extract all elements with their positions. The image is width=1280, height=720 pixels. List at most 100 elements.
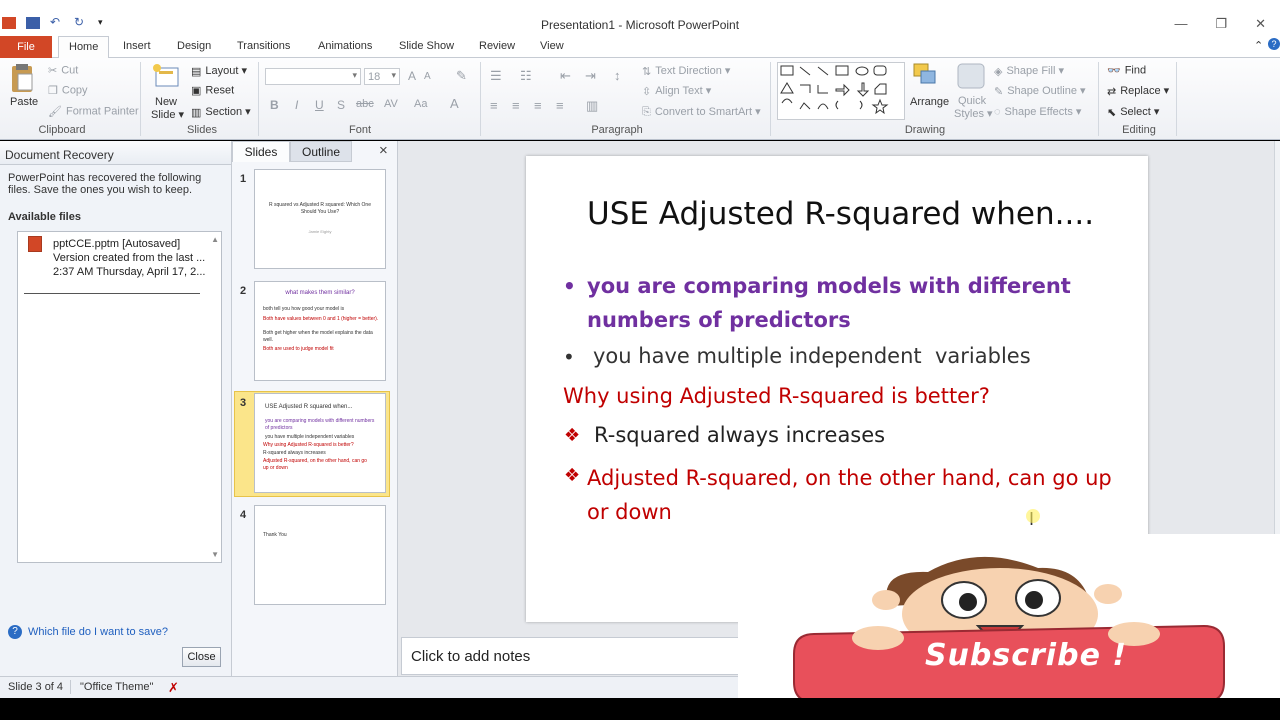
bullets-icon[interactable]: ☰ (490, 68, 502, 84)
font-size-select[interactable]: 18 ▾ (364, 68, 400, 85)
decrease-indent-icon[interactable]: ⇤ (560, 68, 571, 84)
binoculars-icon: 👓 (1107, 65, 1121, 77)
pptx-file-icon (28, 236, 42, 252)
clear-formatting-icon[interactable]: ✎ (456, 68, 467, 84)
tab-transitions[interactable]: Transitions (237, 40, 290, 52)
copy-button[interactable]: ❐ Copy (48, 84, 88, 97)
slide-thumbnail-1[interactable]: R squared vs Adjusted R squared: Which O… (254, 169, 386, 269)
new-slide-icon[interactable] (150, 62, 180, 92)
tab-slide-show[interactable]: Slide Show (399, 40, 454, 52)
slide-number: 1 (240, 173, 247, 185)
tab-outline[interactable]: Outline (290, 141, 352, 162)
layout-button[interactable]: ▤ Layout ▾ (191, 64, 247, 78)
section-button[interactable]: ▥ Section ▾ (191, 105, 251, 119)
underline-icon[interactable]: U (315, 98, 324, 112)
recovered-file-item[interactable]: pptCCE.pptm [Autosaved] Version created … (53, 237, 205, 279)
replace-button[interactable]: ⇄ Replace ▾ (1107, 84, 1169, 98)
format-painter-button[interactable]: 🖌 Format Painter (48, 105, 139, 118)
shape-outline-button[interactable]: ✎ Shape Outline ▾ (994, 84, 1086, 98)
increase-indent-icon[interactable]: ⇥ (585, 68, 596, 84)
slide-title[interactable]: USE Adjusted R-squared when.... (587, 196, 1094, 232)
shape-effects-button[interactable]: ◌ Shape Effects ▾ (994, 105, 1081, 118)
align-text-button[interactable]: ⇳ Align Text ▾ (642, 84, 711, 98)
maximize-icon[interactable]: ❐ (1215, 16, 1227, 32)
find-button[interactable]: 👓 Find (1107, 64, 1146, 77)
minimize-icon[interactable]: — (1174, 16, 1187, 32)
subscribe-button-label[interactable]: Subscribe ! (846, 638, 1206, 673)
arrange-button[interactable]: Arrange (910, 96, 949, 108)
arrange-icon[interactable] (908, 62, 942, 92)
theme-name[interactable]: "Office Theme" (80, 681, 153, 693)
slide-thumbnail-4[interactable]: Thank You (254, 505, 386, 605)
new-slide-button[interactable]: New (155, 96, 177, 108)
text-direction-button[interactable]: ⇅ Text Direction ▾ (642, 64, 730, 78)
thumb-bullet: both tell you how good your model is (263, 306, 345, 312)
window-controls: — ❐ ✕ (1174, 16, 1266, 32)
close-window-icon[interactable]: ✕ (1255, 16, 1266, 32)
tab-insert[interactable]: Insert (123, 40, 151, 52)
recovery-header: Document Recovery (0, 141, 231, 165)
shapes-gallery[interactable] (777, 62, 905, 120)
quick-styles-button-line2[interactable]: Styles ▾ (954, 107, 993, 120)
tab-animations[interactable]: Animations (318, 40, 372, 52)
minimize-ribbon-icon[interactable]: ⌃ (1254, 39, 1263, 52)
tab-file[interactable]: File (0, 36, 52, 58)
new-slide-button-line2[interactable]: Slide ▾ (151, 108, 184, 121)
close-pane-icon[interactable]: × (379, 142, 388, 159)
line-spacing-icon[interactable]: ↕ (614, 68, 621, 83)
quick-styles-button[interactable]: Quick (958, 95, 986, 107)
slide-thumbnail-3[interactable]: USE Adjusted R squared when... you are c… (254, 393, 386, 493)
tab-view[interactable]: View (540, 40, 564, 52)
help-link[interactable]: Which file do I want to save? (28, 626, 168, 638)
available-files-heading: Available files (8, 211, 81, 223)
cut-button[interactable]: ✂ Cut (48, 64, 78, 77)
scroll-up-icon[interactable]: ▲ (211, 235, 219, 244)
grow-font-icon[interactable]: A (408, 69, 416, 83)
char-spacing-icon[interactable]: AV (384, 98, 398, 110)
align-left-icon[interactable]: ≡ (490, 98, 498, 113)
notes-pane[interactable]: Click to add notes (401, 637, 741, 675)
select-button[interactable]: ⬉ Select ▾ (1107, 105, 1159, 119)
paste-button[interactable]: Paste (10, 96, 38, 108)
recovered-files-list[interactable]: pptCCE.pptm [Autosaved] Version created … (17, 231, 222, 563)
slide-number: 2 (240, 285, 247, 297)
change-case-icon[interactable]: Aa (414, 98, 427, 110)
shape-fill-button[interactable]: ◈ Shape Fill ▾ (994, 64, 1064, 78)
shrink-font-icon[interactable]: A (424, 71, 431, 82)
slide-point-1[interactable]: R-squared always increases (594, 423, 1114, 447)
tab-review[interactable]: Review (479, 40, 515, 52)
shadow-icon[interactable]: S (337, 98, 345, 112)
window-title: Presentation1 - Microsoft PowerPoint (540, 18, 740, 32)
scroll-down-icon[interactable]: ▼ (211, 550, 219, 559)
numbering-icon[interactable]: ☷ (520, 68, 532, 84)
italic-icon[interactable]: I (295, 98, 298, 112)
font-color-icon[interactable]: A (450, 96, 459, 111)
slide-bullet-2[interactable]: you have multiple independent variables (593, 344, 1113, 368)
font-name-select[interactable]: ▾ (265, 68, 361, 85)
tab-home[interactable]: Home (58, 36, 110, 59)
quick-styles-icon[interactable] (956, 62, 986, 92)
align-right-icon[interactable]: ≡ (534, 98, 542, 113)
convert-smartart-button[interactable]: ⎘ Convert to SmartArt ▾ (642, 105, 761, 119)
columns-icon[interactable]: ▥ (586, 98, 598, 114)
slide-heading[interactable]: Why using Adjusted R-squared is better? (563, 384, 1123, 408)
title-bar: ↶ ↻ ▾ Presentation1 - Microsoft PowerPoi… (0, 0, 1280, 36)
slide-thumbnail-2[interactable]: what makes them similar? both tell you h… (254, 281, 386, 381)
paste-icon[interactable] (8, 62, 38, 96)
notes-placeholder[interactable]: Click to add notes (411, 648, 530, 665)
help-icon[interactable]: ? (1268, 38, 1280, 50)
reset-button[interactable]: ▣ Reset (191, 84, 234, 97)
spell-check-icon[interactable]: ✗ (168, 680, 179, 696)
bold-icon[interactable]: B (270, 98, 279, 112)
align-center-icon[interactable]: ≡ (512, 98, 520, 113)
slide-bullet-1[interactable]: you are comparing models with different … (587, 269, 1107, 337)
strikethrough-icon[interactable]: abc (356, 98, 374, 110)
justify-icon[interactable]: ≡ (556, 98, 564, 113)
close-button[interactable]: Close (182, 647, 221, 667)
tab-design[interactable]: Design (177, 40, 211, 52)
subscribe-cartoon-icon (793, 556, 1225, 698)
subscribe-overlay[interactable]: Subscribe ! (738, 534, 1280, 698)
slide-point-2[interactable]: Adjusted R-squared, on the other hand, c… (587, 461, 1127, 529)
tab-slides[interactable]: Slides (232, 141, 290, 162)
recovery-message: PowerPoint has recovered the following f… (8, 172, 202, 196)
